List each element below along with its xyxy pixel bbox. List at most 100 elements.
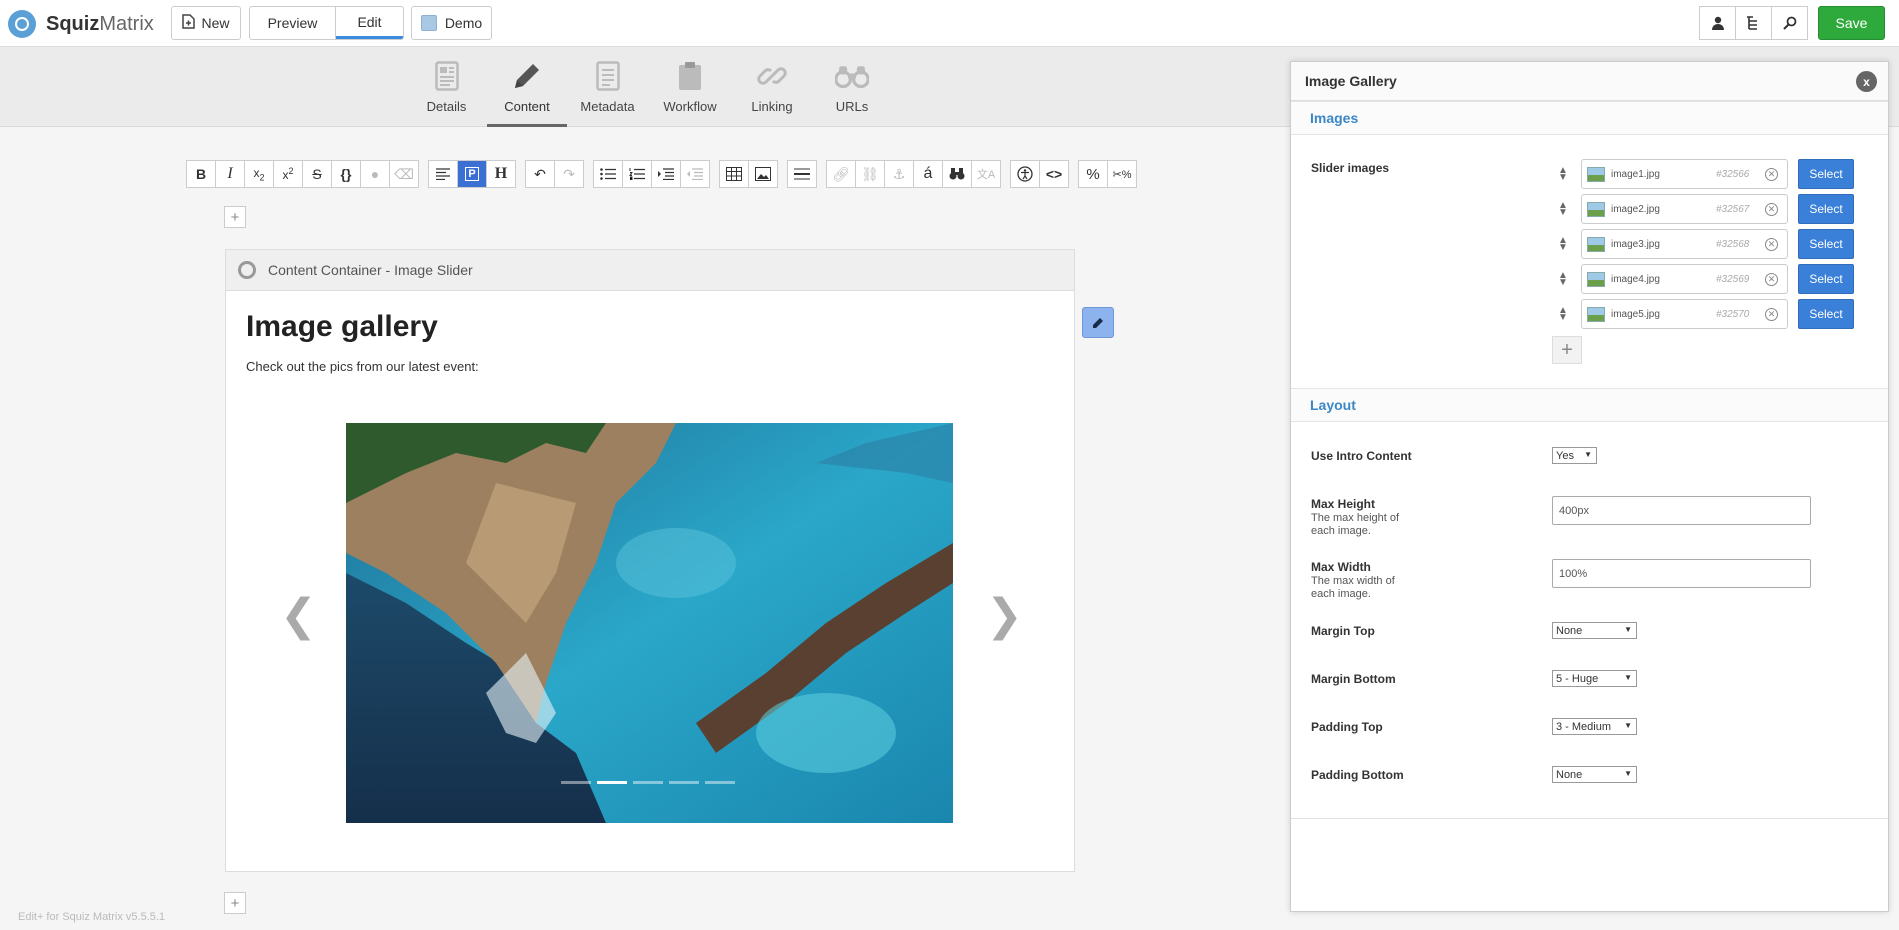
images-section-title[interactable]: Images: [1291, 101, 1888, 135]
language-button[interactable]: 文A: [971, 160, 1001, 188]
image-field[interactable]: image5.jpg #32570 ✕: [1581, 299, 1788, 329]
max-width-input[interactable]: 100%: [1552, 559, 1811, 588]
slide-indicator[interactable]: [597, 781, 627, 784]
pencil-icon: [1093, 317, 1103, 328]
user-button[interactable]: [1699, 6, 1736, 40]
close-panel-button[interactable]: x: [1856, 71, 1877, 92]
drag-handle-icon[interactable]: ▲ ▼: [1556, 166, 1570, 183]
superscript-button[interactable]: x2: [273, 160, 303, 188]
asset-tree-button[interactable]: [1735, 6, 1772, 40]
max-height-input[interactable]: 400px: [1552, 496, 1811, 525]
source-code-button[interactable]: <>: [1039, 160, 1069, 188]
margin-bottom-select[interactable]: 5 - Huge ▼: [1552, 670, 1637, 687]
gallery-intro[interactable]: Check out the pics from our latest event…: [246, 359, 479, 374]
use-intro-content-select[interactable]: Yes ▼: [1552, 447, 1597, 464]
bold-button[interactable]: B: [186, 160, 216, 188]
italic-button[interactable]: I: [215, 160, 245, 188]
special-characters-button[interactable]: á: [913, 160, 943, 188]
select-image-button[interactable]: Select: [1798, 159, 1854, 189]
subscript-button[interactable]: x2: [244, 160, 274, 188]
clear-icon[interactable]: ✕: [1765, 272, 1778, 286]
image-field[interactable]: image1.jpg #32566 ✕: [1581, 159, 1788, 189]
new-document-icon: [182, 14, 196, 32]
demo-button[interactable]: Demo: [411, 6, 492, 40]
save-button[interactable]: Save: [1818, 6, 1885, 40]
image-field[interactable]: image3.jpg #32568 ✕: [1581, 229, 1788, 259]
drag-handle-icon[interactable]: ▲ ▼: [1556, 271, 1570, 288]
numbered-list-button[interactable]: [622, 160, 652, 188]
undo-button[interactable]: ↶: [525, 160, 555, 188]
squiz-matrix-logo[interactable]: SquizMatrix: [8, 10, 154, 38]
edit-container-button[interactable]: [1082, 307, 1114, 338]
clear-icon[interactable]: ✕: [1765, 167, 1778, 181]
pencil-icon: [510, 61, 544, 91]
select-image-button[interactable]: Select: [1798, 229, 1854, 259]
drag-handle-icon[interactable]: ▲ ▼: [1556, 201, 1570, 218]
strikethrough-button[interactable]: S: [302, 160, 332, 188]
heading-button[interactable]: H: [486, 160, 516, 188]
padding-bottom-select[interactable]: None ▼: [1552, 766, 1637, 783]
tab-label: Content: [504, 99, 550, 114]
clear-icon[interactable]: ✕: [1765, 307, 1778, 321]
paragraph-button[interactable]: P: [457, 160, 487, 188]
layout-section-title[interactable]: Layout: [1291, 388, 1888, 422]
add-container-above-button[interactable]: +: [224, 206, 246, 228]
image-button[interactable]: [748, 160, 778, 188]
code-button[interactable]: {}: [331, 160, 361, 188]
anchor-button[interactable]: ⚓︎: [884, 160, 914, 188]
horizontal-rule-button[interactable]: [787, 160, 817, 188]
image-thumbnail-icon: [1587, 201, 1605, 217]
drag-handle-icon[interactable]: ▲ ▼: [1556, 306, 1570, 323]
tab-details[interactable]: Details: [424, 47, 469, 127]
redo-button[interactable]: ↷: [554, 160, 584, 188]
edit-button[interactable]: Edit: [336, 7, 403, 39]
image-thumbnail-icon: [1587, 236, 1605, 252]
bullet-list-button[interactable]: [593, 160, 623, 188]
select-value: 3 - Medium: [1556, 720, 1612, 733]
accessibility-button[interactable]: [1010, 160, 1040, 188]
clear-icon[interactable]: ✕: [1765, 202, 1778, 216]
select-image-button[interactable]: Select: [1798, 194, 1854, 224]
gallery-heading[interactable]: Image gallery: [246, 310, 438, 344]
add-container-below-button[interactable]: +: [224, 892, 246, 914]
next-slide-arrow[interactable]: ❯: [986, 590, 1023, 641]
image-icon: [755, 167, 771, 181]
find-replace-button[interactable]: [942, 160, 972, 188]
previous-slide-arrow[interactable]: ❮: [280, 590, 317, 641]
slide-indicator[interactable]: [705, 781, 735, 784]
select-image-button[interactable]: Select: [1798, 264, 1854, 294]
slide-indicator[interactable]: [633, 781, 663, 784]
tab-metadata[interactable]: Metadata: [580, 47, 635, 127]
tab-workflow[interactable]: Workflow: [660, 47, 720, 127]
add-image-button[interactable]: +: [1552, 336, 1582, 364]
tab-content[interactable]: Content: [487, 47, 567, 127]
outdent-button[interactable]: [680, 160, 710, 188]
top-bar: SquizMatrix New Preview Edit Demo Save: [0, 0, 1899, 47]
remove-link-button[interactable]: ⛓︎: [855, 160, 885, 188]
slide-indicator[interactable]: [561, 781, 591, 784]
select-image-button[interactable]: Select: [1798, 299, 1854, 329]
gear-icon[interactable]: [238, 261, 256, 279]
drag-handle-icon[interactable]: ▲ ▼: [1556, 236, 1570, 253]
search-button[interactable]: [1771, 6, 1808, 40]
preview-button[interactable]: Preview: [250, 7, 336, 39]
slide-indicator[interactable]: [669, 781, 699, 784]
table-button[interactable]: [719, 160, 749, 188]
margin-top-select[interactable]: None ▼: [1552, 622, 1637, 639]
indent-button[interactable]: [651, 160, 681, 188]
image-field[interactable]: image2.jpg #32567 ✕: [1581, 194, 1788, 224]
new-button[interactable]: New: [171, 6, 241, 40]
color-button[interactable]: ●: [360, 160, 390, 188]
keywords-button[interactable]: %: [1078, 160, 1108, 188]
max-width-label: Max Width: [1311, 560, 1371, 574]
tab-urls[interactable]: URLs: [827, 47, 877, 127]
image-field[interactable]: image4.jpg #32569 ✕: [1581, 264, 1788, 294]
tab-linking[interactable]: Linking: [748, 47, 796, 127]
insert-link-button[interactable]: 🔗︎: [826, 160, 856, 188]
search-icon: [1782, 16, 1796, 30]
align-button[interactable]: [428, 160, 458, 188]
clear-icon[interactable]: ✕: [1765, 237, 1778, 251]
clear-format-button[interactable]: ⌫: [389, 160, 419, 188]
padding-top-select[interactable]: 3 - Medium ▼: [1552, 718, 1637, 735]
cut-keyword-button[interactable]: ✂%: [1107, 160, 1137, 188]
